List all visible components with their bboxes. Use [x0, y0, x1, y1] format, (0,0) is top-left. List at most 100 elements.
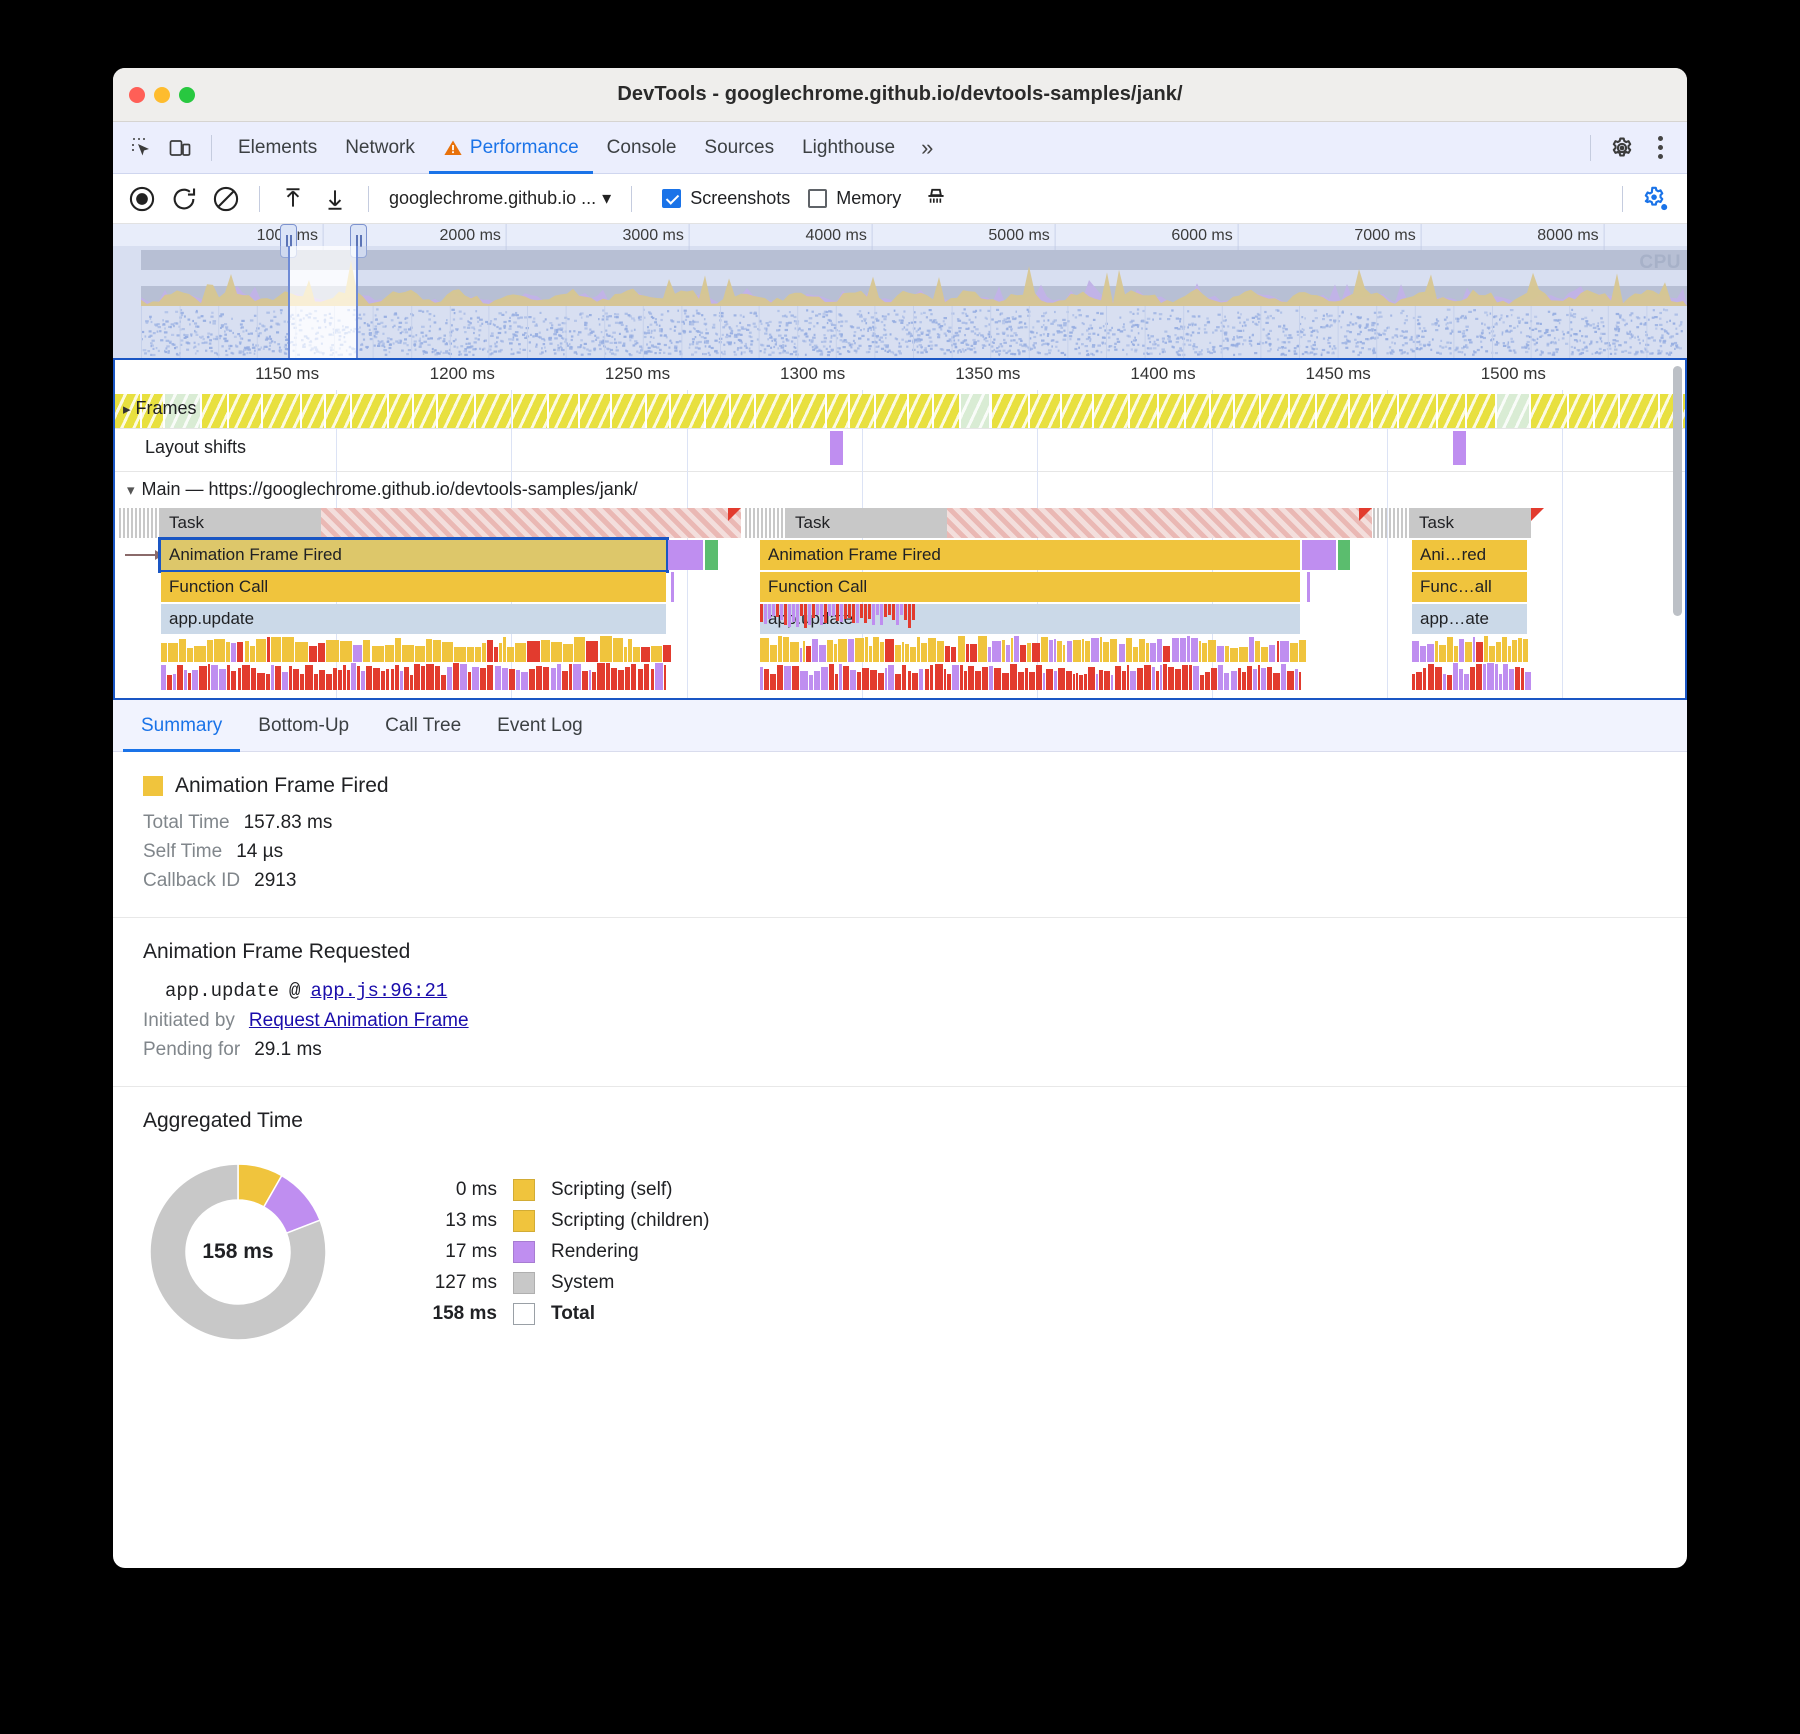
painting-bar[interactable]: [1338, 540, 1350, 570]
frame-cell[interactable]: [1094, 394, 1128, 428]
frame-cell[interactable]: [513, 394, 548, 428]
layout-shift-marker[interactable]: [1453, 431, 1466, 465]
frame-cell[interactable]: [909, 394, 931, 428]
chevron-right-icon[interactable]: ▸: [123, 400, 131, 418]
animation-frame-fired-bar-truncated[interactable]: Ani…red: [1412, 540, 1527, 570]
tab-network[interactable]: Network: [331, 122, 429, 174]
frame-cell[interactable]: [1261, 394, 1288, 428]
frame-cell[interactable]: [438, 394, 474, 428]
timeline-overview[interactable]: 1000 ms2000 ms3000 ms4000 ms5000 ms6000 …: [113, 224, 1687, 358]
layout-shift-marker[interactable]: [830, 431, 843, 465]
memory-checkbox[interactable]: Memory: [808, 188, 901, 209]
function-call-bar[interactable]: Function Call: [161, 572, 666, 602]
frame-cell[interactable]: [756, 394, 791, 428]
frame-cell[interactable]: [302, 394, 324, 428]
app-update-bar-truncated[interactable]: app…ate: [1412, 604, 1527, 634]
frame-cell[interactable]: [1062, 394, 1092, 428]
track-frames[interactable]: ▸ Frames: [115, 394, 1685, 428]
frame-cell[interactable]: [1595, 394, 1618, 428]
frame-cell[interactable]: [1130, 394, 1157, 428]
tab-lighthouse[interactable]: Lighthouse: [788, 122, 909, 174]
frame-cell[interactable]: [827, 394, 847, 428]
tab-performance[interactable]: Performance: [429, 122, 593, 174]
frame-cell[interactable]: [647, 394, 669, 428]
frame-cell[interactable]: [1373, 394, 1397, 428]
tab-call-tree[interactable]: Call Tree: [367, 700, 479, 752]
frame-cell[interactable]: [850, 394, 874, 428]
aggregated-donut-chart[interactable]: 158 ms: [143, 1157, 333, 1347]
track-main-header[interactable]: ▾ Main — https://googlechrome.github.io/…: [115, 472, 1685, 508]
function-call-bar[interactable]: Function Call: [760, 572, 1300, 602]
frame-cell[interactable]: [1399, 394, 1436, 428]
frame-cell[interactable]: [476, 394, 511, 428]
main-flame-rows[interactable]: Task Task Task Animation Frame Fired: [115, 508, 1685, 690]
frame-cell[interactable]: [1497, 394, 1529, 428]
frame-cell[interactable]: [731, 394, 754, 428]
record-circle-icon[interactable]: [121, 178, 163, 220]
inspect-cursor-icon[interactable]: [123, 129, 161, 167]
tab-event-log[interactable]: Event Log: [479, 700, 601, 752]
close-window-button[interactable]: [129, 87, 145, 103]
more-tabs-button[interactable]: »: [909, 135, 945, 161]
rendering-bar[interactable]: [668, 540, 703, 570]
animation-frame-fired-bar[interactable]: Animation Frame Fired: [760, 540, 1300, 570]
upload-profile-icon[interactable]: [272, 178, 314, 220]
device-toolbar-icon[interactable]: [161, 129, 199, 167]
frame-cell[interactable]: [793, 394, 825, 428]
screenshots-checkbox[interactable]: Screenshots: [662, 188, 790, 209]
legend-row[interactable]: 17 msRendering: [403, 1241, 709, 1263]
frame-cell[interactable]: [706, 394, 729, 428]
tab-elements[interactable]: Elements: [224, 122, 331, 174]
legend-row[interactable]: 0 msScripting (self): [403, 1179, 709, 1201]
tab-console[interactable]: Console: [593, 122, 691, 174]
tab-summary[interactable]: Summary: [123, 700, 240, 752]
legend-row[interactable]: 13 msScripting (children): [403, 1210, 709, 1232]
frame-cell[interactable]: [1317, 394, 1348, 428]
flame-chart[interactable]: 1150 ms1200 ms1250 ms1300 ms1350 ms1400 …: [113, 358, 1687, 700]
tab-bottom-up[interactable]: Bottom-Up: [240, 700, 367, 752]
frame-cell[interactable]: [263, 394, 300, 428]
legend-row[interactable]: 127 msSystem: [403, 1272, 709, 1294]
task-long-bar[interactable]: [321, 508, 741, 538]
initiated-by-link[interactable]: Request Animation Frame: [249, 1010, 469, 1032]
frame-cell[interactable]: [326, 394, 350, 428]
frame-cell[interactable]: [671, 394, 704, 428]
frame-cell[interactable]: [1569, 394, 1593, 428]
function-call-bar-truncated[interactable]: Func…all: [1412, 572, 1527, 602]
minimize-window-button[interactable]: [154, 87, 170, 103]
maximize-window-button[interactable]: [179, 87, 195, 103]
app-update-bar[interactable]: app.update: [161, 604, 666, 634]
frame-cell[interactable]: [549, 394, 578, 428]
frame-cell[interactable]: [389, 394, 412, 428]
frame-cell[interactable]: [876, 394, 907, 428]
painting-bar[interactable]: [705, 540, 718, 570]
chevron-down-icon[interactable]: ▾: [127, 481, 135, 499]
frame-cell[interactable]: [1211, 394, 1233, 428]
overview-selection-window[interactable]: [288, 246, 358, 358]
frame-cell[interactable]: [352, 394, 387, 428]
frame-cell[interactable]: [961, 394, 989, 428]
frame-cell[interactable]: [1531, 394, 1567, 428]
task-long-bar[interactable]: [947, 508, 1372, 538]
frame-cell[interactable]: [1235, 394, 1259, 428]
frame-cell[interactable]: [1159, 394, 1185, 428]
capture-settings-gear-icon[interactable]: [1635, 178, 1677, 220]
frame-cell[interactable]: [1290, 394, 1315, 428]
source-link[interactable]: app.js:96:21: [310, 980, 447, 1002]
task-bar[interactable]: Task: [1411, 508, 1531, 538]
frame-cell[interactable]: [580, 394, 610, 428]
more-vertical-icon[interactable]: [1641, 129, 1679, 167]
reload-record-icon[interactable]: [163, 178, 205, 220]
frame-cell[interactable]: [1438, 394, 1465, 428]
animation-frame-fired-bar-selected[interactable]: Animation Frame Fired: [161, 540, 666, 570]
frame-cell[interactable]: [414, 394, 436, 428]
frame-cell[interactable]: [992, 394, 1029, 428]
tab-sources[interactable]: Sources: [690, 122, 788, 174]
track-layout-shifts[interactable]: Layout shifts: [115, 429, 1685, 471]
gear-icon[interactable]: [1603, 129, 1641, 167]
frame-cell[interactable]: [1350, 394, 1370, 428]
task-bar[interactable]: Task: [787, 508, 947, 538]
rendering-bar[interactable]: [1302, 540, 1336, 570]
frame-cell[interactable]: [1186, 394, 1209, 428]
frame-cell[interactable]: [1467, 394, 1495, 428]
